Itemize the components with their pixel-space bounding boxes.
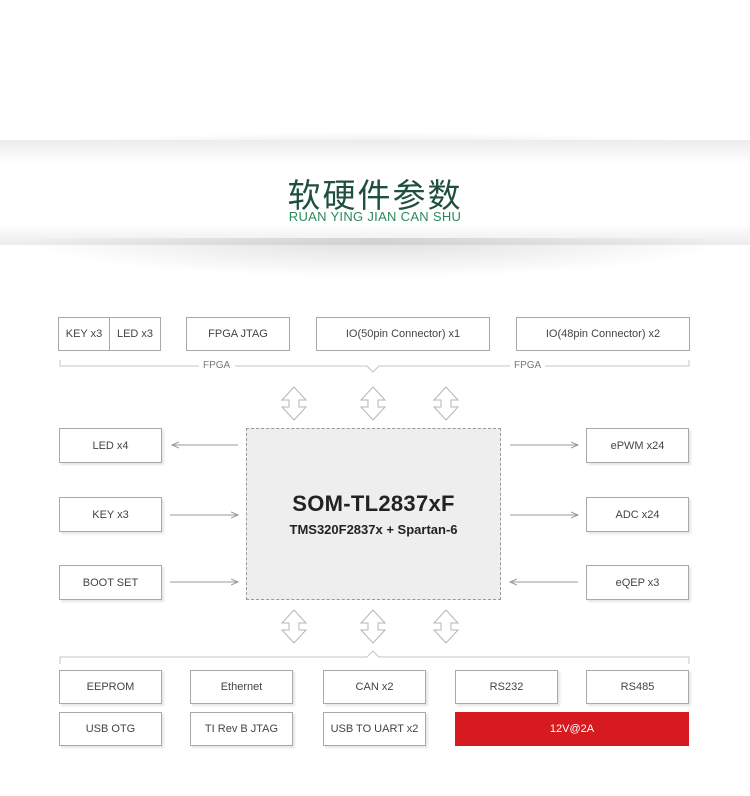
fpga-jtag-label: FPGA JTAG xyxy=(208,328,268,340)
fpga-label-left: FPGA xyxy=(199,360,235,371)
som-subtitle: TMS320F2837x + Spartan-6 xyxy=(289,522,458,537)
led-x3-top-label: LED x3 xyxy=(116,328,154,340)
bus-arrow-bottom-2 xyxy=(359,609,387,644)
eqep-label: eQEP x3 xyxy=(615,576,660,589)
bus-arrow-bottom-1 xyxy=(280,609,308,644)
usb-otg-label: USB OTG xyxy=(85,723,136,735)
led-x3-top: LED x3 xyxy=(109,317,161,351)
rs232: RS232 xyxy=(455,670,558,704)
key-x3-top-label: KEY x3 xyxy=(65,328,103,340)
fpga-brace xyxy=(59,360,690,373)
adc-x24: ADC x24 xyxy=(586,497,689,532)
fpga-jtag: FPGA JTAG xyxy=(186,317,290,351)
led-x4: LED x4 xyxy=(59,428,162,463)
can-x2: CAN x2 xyxy=(323,670,426,704)
power-label: 12V@2A xyxy=(549,723,595,735)
boot-set-label: BOOT SET xyxy=(82,576,139,589)
rs485-label: RS485 xyxy=(620,681,655,693)
usb-uart-label: USB TO UART x2 xyxy=(330,723,419,735)
bus-arrow-top-1 xyxy=(280,386,308,421)
ethernet: Ethernet xyxy=(190,670,293,704)
epwm-x24: ePWM x24 xyxy=(586,428,689,463)
bus-arrow-top-3 xyxy=(432,386,460,421)
io-50pin-label: IO(50pin Connector) x1 xyxy=(345,328,461,340)
ti-rev-b-jtag: TI Rev B JTAG xyxy=(190,712,293,746)
epwm-label: ePWM x24 xyxy=(610,439,665,452)
led-x4-label: LED x4 xyxy=(92,439,129,452)
rs485: RS485 xyxy=(586,670,689,704)
key-x3-side: KEY x3 xyxy=(59,497,162,532)
bus-arrow-bottom-3 xyxy=(432,609,460,644)
io-50pin: IO(50pin Connector) x1 xyxy=(316,317,490,351)
som-name: SOM-TL2837xF xyxy=(292,491,455,516)
usb-otg: USB OTG xyxy=(59,712,162,746)
eeprom: EEPROM xyxy=(59,670,162,704)
som-core-module: SOM-TL2837xF TMS320F2837x + Spartan-6 xyxy=(246,428,501,600)
io-48pin: IO(48pin Connector) x2 xyxy=(516,317,690,351)
ti-jtag-label: TI Rev B JTAG xyxy=(204,723,279,735)
boot-set: BOOT SET xyxy=(59,565,162,600)
key-x3-side-label: KEY x3 xyxy=(92,508,129,521)
adc-label: ADC x24 xyxy=(615,508,660,521)
eqep-x3: eQEP x3 xyxy=(586,565,689,600)
rs232-label: RS232 xyxy=(489,681,524,693)
usb-to-uart: USB TO UART x2 xyxy=(323,712,426,746)
eeprom-label: EEPROM xyxy=(86,681,135,693)
can-label: CAN x2 xyxy=(355,681,394,693)
ethernet-label: Ethernet xyxy=(220,681,263,693)
key-x3-top: KEY x3 xyxy=(58,317,110,351)
io-48pin-label: IO(48pin Connector) x2 xyxy=(545,328,661,340)
peripheral-brace xyxy=(59,650,690,664)
bus-arrow-top-2 xyxy=(359,386,387,421)
fpga-label-right: FPGA xyxy=(510,360,546,371)
power-12v: 12V@2A xyxy=(455,712,689,746)
